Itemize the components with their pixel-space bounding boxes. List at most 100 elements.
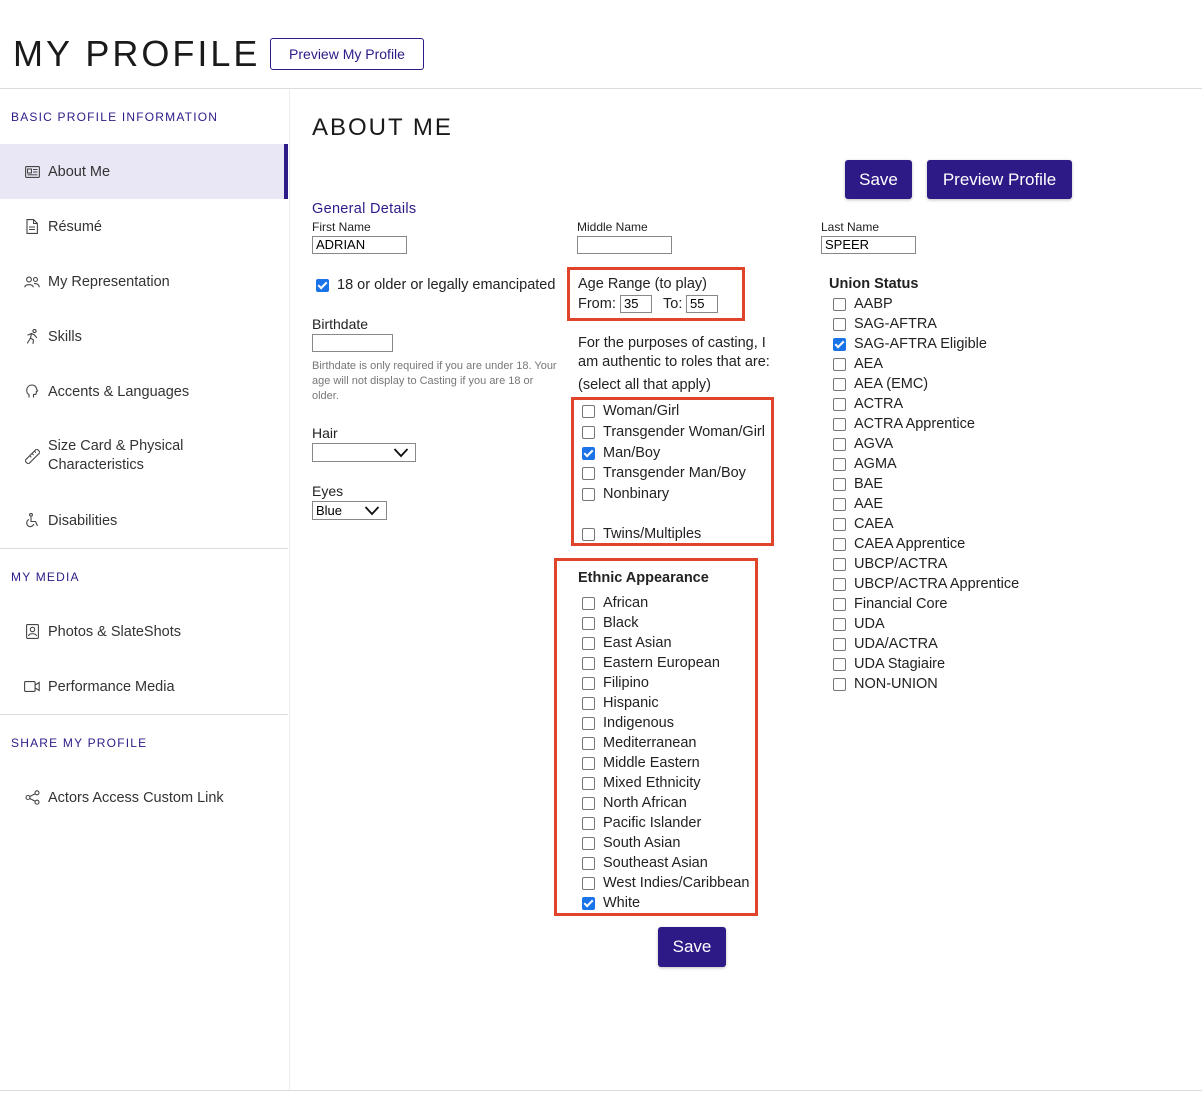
- union-option[interactable]: AGMA: [833, 455, 897, 473]
- union-option[interactable]: SAG-AFTRA Eligible: [833, 335, 987, 353]
- union-option[interactable]: UDA: [833, 615, 885, 633]
- union-option[interactable]: UDA/ACTRA: [833, 635, 938, 653]
- sidebar-item-custom-link[interactable]: Actors Access Custom Link: [0, 770, 288, 825]
- sidebar-item-performance-media[interactable]: Performance Media: [0, 659, 288, 714]
- age-from-input[interactable]: 35: [620, 295, 652, 313]
- ethnic-option[interactable]: South Asian: [582, 834, 680, 852]
- adult-checkbox-row[interactable]: 18 or older or legally emancipated: [316, 276, 555, 294]
- ethnic-option[interactable]: African: [582, 594, 648, 612]
- ethnic-checkbox[interactable]: [582, 596, 595, 610]
- ethnic-option[interactable]: Mediterranean: [582, 734, 697, 752]
- gender-option[interactable]: Nonbinary: [582, 485, 669, 503]
- sidebar-item-size-card[interactable]: Size Card & Physical Characteristics: [0, 419, 288, 493]
- ethnic-checkbox[interactable]: [582, 696, 595, 710]
- ethnic-checkbox[interactable]: [582, 616, 595, 630]
- ethnic-option[interactable]: Hispanic: [582, 694, 659, 712]
- union-checkbox[interactable]: [833, 657, 846, 671]
- save-button-top[interactable]: Save: [845, 160, 912, 199]
- hair-select[interactable]: [312, 443, 416, 462]
- gender-checkbox[interactable]: [582, 466, 595, 480]
- union-checkbox[interactable]: [833, 597, 846, 611]
- ethnic-option[interactable]: East Asian: [582, 634, 672, 652]
- union-option[interactable]: UBCP/ACTRA: [833, 555, 947, 573]
- ethnic-option[interactable]: Filipino: [582, 674, 649, 692]
- ethnic-option[interactable]: Mixed Ethnicity: [582, 774, 701, 792]
- ethnic-checkbox[interactable]: [582, 716, 595, 730]
- ethnic-option[interactable]: Middle Eastern: [582, 754, 700, 772]
- sidebar-item-about-me[interactable]: About Me: [0, 144, 288, 199]
- union-checkbox[interactable]: [833, 437, 846, 451]
- union-option[interactable]: AEA: [833, 355, 883, 373]
- ethnic-checkbox[interactable]: [582, 816, 595, 830]
- union-option[interactable]: Financial Core: [833, 595, 948, 613]
- union-checkbox[interactable]: [833, 617, 846, 631]
- union-option[interactable]: AAE: [833, 495, 883, 513]
- union-option[interactable]: ACTRA Apprentice: [833, 415, 975, 433]
- sidebar-item-resume[interactable]: Résumé: [0, 199, 288, 254]
- union-checkbox[interactable]: [833, 397, 846, 411]
- ethnic-option[interactable]: Eastern European: [582, 654, 720, 672]
- union-option[interactable]: CAEA Apprentice: [833, 535, 965, 553]
- birthdate-input[interactable]: [312, 334, 393, 352]
- union-option[interactable]: AEA (EMC): [833, 375, 928, 393]
- union-option[interactable]: CAEA: [833, 515, 894, 533]
- union-checkbox[interactable]: [833, 537, 846, 551]
- gender-checkbox[interactable]: [582, 527, 595, 541]
- union-checkbox[interactable]: [833, 477, 846, 491]
- age-to-input[interactable]: 55: [686, 295, 718, 313]
- gender-checkbox[interactable]: [582, 404, 595, 418]
- ethnic-checkbox[interactable]: [582, 796, 595, 810]
- union-checkbox[interactable]: [833, 297, 846, 311]
- ethnic-option[interactable]: Southeast Asian: [582, 854, 708, 872]
- sidebar-item-disabilities[interactable]: Disabilities: [0, 493, 288, 548]
- ethnic-option[interactable]: North African: [582, 794, 687, 812]
- ethnic-checkbox[interactable]: [582, 736, 595, 750]
- save-button-bottom[interactable]: Save: [658, 927, 726, 967]
- union-checkbox[interactable]: [833, 377, 846, 391]
- union-option[interactable]: UBCP/ACTRA Apprentice: [833, 575, 1019, 593]
- sidebar-item-photos[interactable]: Photos & SlateShots: [0, 604, 288, 659]
- union-checkbox[interactable]: [833, 417, 846, 431]
- union-option[interactable]: UDA Stagiaire: [833, 655, 945, 673]
- union-option[interactable]: AGVA: [833, 435, 893, 453]
- ethnic-checkbox[interactable]: [582, 756, 595, 770]
- gender-checkbox[interactable]: [582, 446, 595, 460]
- first-name-input[interactable]: ADRIAN: [312, 236, 407, 254]
- union-option[interactable]: ACTRA: [833, 395, 903, 413]
- gender-checkbox[interactable]: [582, 425, 595, 439]
- union-checkbox[interactable]: [833, 517, 846, 531]
- union-option[interactable]: BAE: [833, 475, 883, 493]
- union-checkbox[interactable]: [833, 637, 846, 651]
- ethnic-option[interactable]: West Indies/Caribbean: [582, 874, 749, 892]
- union-option[interactable]: SAG-AFTRA: [833, 315, 937, 333]
- union-checkbox[interactable]: [833, 357, 846, 371]
- eyes-select[interactable]: Blue: [312, 501, 387, 520]
- gender-option[interactable]: Man/Boy: [582, 444, 660, 462]
- middle-name-input[interactable]: [577, 236, 672, 254]
- union-option[interactable]: NON-UNION: [833, 675, 938, 693]
- ethnic-checkbox[interactable]: [582, 856, 595, 870]
- sidebar-item-accents-languages[interactable]: Accents & Languages: [0, 364, 288, 419]
- preview-profile-button[interactable]: Preview Profile: [927, 160, 1072, 199]
- union-checkbox[interactable]: [833, 557, 846, 571]
- union-checkbox[interactable]: [833, 497, 846, 511]
- gender-option[interactable]: Transgender Woman/Girl: [582, 423, 765, 441]
- ethnic-option[interactable]: Pacific Islander: [582, 814, 701, 832]
- union-checkbox[interactable]: [833, 457, 846, 471]
- last-name-input[interactable]: SPEER: [821, 236, 916, 254]
- union-checkbox[interactable]: [833, 577, 846, 591]
- ethnic-checkbox[interactable]: [582, 636, 595, 650]
- ethnic-checkbox[interactable]: [582, 876, 595, 890]
- ethnic-option[interactable]: Indigenous: [582, 714, 674, 732]
- sidebar-item-my-representation[interactable]: My Representation: [0, 254, 288, 309]
- union-checkbox[interactable]: [833, 677, 846, 691]
- ethnic-option[interactable]: White: [582, 894, 640, 912]
- ethnic-option[interactable]: Black: [582, 614, 638, 632]
- ethnic-checkbox[interactable]: [582, 656, 595, 670]
- union-option[interactable]: AABP: [833, 295, 893, 313]
- sidebar-item-skills[interactable]: Skills: [0, 309, 288, 364]
- ethnic-checkbox[interactable]: [582, 836, 595, 850]
- union-checkbox[interactable]: [833, 317, 846, 331]
- union-checkbox[interactable]: [833, 337, 846, 351]
- gender-option[interactable]: Woman/Girl: [582, 402, 679, 420]
